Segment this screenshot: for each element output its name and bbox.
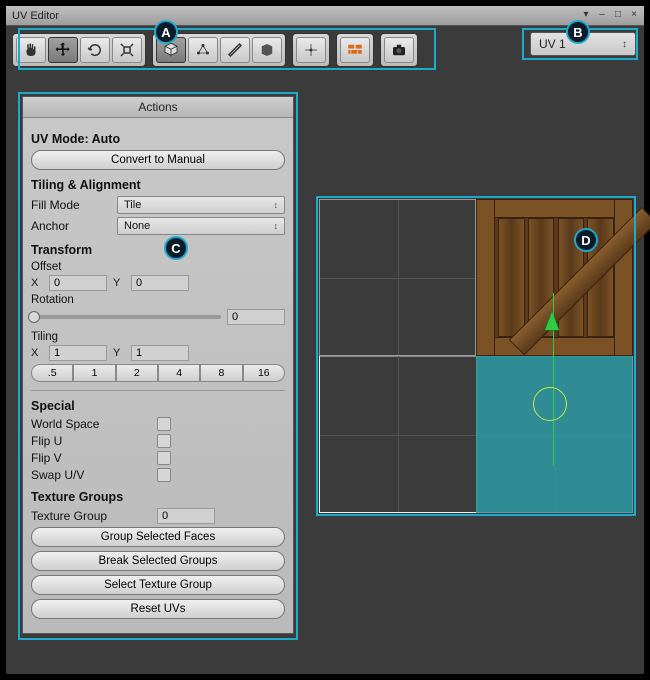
break-selected-groups-button[interactable]: Break Selected Groups <box>31 551 285 571</box>
badge-a: A <box>154 20 178 44</box>
edge-mode-button[interactable] <box>220 37 250 63</box>
swap-uv-label: Swap U/V <box>31 468 151 482</box>
window-max-icon[interactable]: □ <box>612 9 624 21</box>
reset-uvs-button[interactable]: Reset UVs <box>31 599 285 619</box>
bricks-icon-button[interactable] <box>340 37 370 63</box>
convert-to-manual-button[interactable]: Convert to Manual <box>31 150 285 170</box>
manipulate-tool-button[interactable] <box>296 37 326 63</box>
tile-preset-half[interactable]: .5 <box>31 364 73 382</box>
rotation-slider[interactable] <box>31 315 221 319</box>
world-space-label: World Space <box>31 417 151 431</box>
flip-v-label: Flip V <box>31 451 151 465</box>
fill-mode-dropdown[interactable]: Tile <box>117 196 285 214</box>
tiling-alignment-header: Tiling & Alignment <box>31 178 285 192</box>
flip-u-label: Flip U <box>31 434 151 448</box>
tile-preset-8[interactable]: 8 <box>200 364 242 382</box>
rotate-tool-button[interactable] <box>80 37 110 63</box>
flip-u-checkbox[interactable] <box>157 434 171 448</box>
tiling-presets: .5 1 2 4 8 16 <box>31 364 285 382</box>
tile-preset-4[interactable]: 4 <box>158 364 200 382</box>
badge-c: C <box>164 236 188 260</box>
fill-mode-label: Fill Mode <box>31 198 111 212</box>
rotation-label: Rotation <box>31 294 285 306</box>
vertex-mode-button[interactable] <box>188 37 218 63</box>
flip-v-checkbox[interactable] <box>157 451 171 465</box>
offset-label: Offset <box>31 261 285 273</box>
move-gizmo-arrow-icon[interactable] <box>545 312 559 330</box>
rotation-input[interactable] <box>227 309 285 325</box>
texture-group-input[interactable] <box>157 508 215 524</box>
texture-groups-header: Texture Groups <box>31 490 285 504</box>
tiling-label: Tiling <box>31 331 285 343</box>
tiling-x-input[interactable] <box>49 345 107 361</box>
tiling-y-input[interactable] <box>131 345 189 361</box>
face-mode-button[interactable] <box>252 37 282 63</box>
offset-y-input[interactable] <box>131 275 189 291</box>
panel-title: Actions <box>23 97 293 118</box>
scale-tool-button[interactable] <box>112 37 142 63</box>
window-close-icon[interactable]: × <box>628 9 640 21</box>
hand-tool-button[interactable] <box>16 37 46 63</box>
move-tool-button[interactable] <box>48 37 78 63</box>
tile-preset-2[interactable]: 2 <box>116 364 158 382</box>
uv-face-outline <box>319 199 476 356</box>
window-min-icon[interactable]: – <box>596 9 608 21</box>
anchor-label: Anchor <box>31 219 111 233</box>
tile-preset-1[interactable]: 1 <box>73 364 115 382</box>
swap-uv-checkbox[interactable] <box>157 468 171 482</box>
window-menu-icon[interactable]: ▾ <box>580 9 592 21</box>
camera-icon-button[interactable] <box>384 37 414 63</box>
window-titlebar: UV Editor ▾ – □ × <box>6 6 644 26</box>
special-header: Special <box>31 399 285 413</box>
y-label: Y <box>113 277 125 289</box>
transform-header: Transform <box>31 243 285 257</box>
selected-face-overlay <box>476 356 633 513</box>
world-space-checkbox[interactable] <box>157 417 171 431</box>
uv-channel-value: UV 1 <box>539 37 566 51</box>
badge-d: D <box>574 228 598 252</box>
gizmo-circle-icon[interactable] <box>533 387 567 421</box>
x-label: X <box>31 277 43 289</box>
anchor-dropdown[interactable]: None <box>117 217 285 235</box>
tile-preset-16[interactable]: 16 <box>243 364 285 382</box>
badge-b: B <box>566 20 590 44</box>
offset-x-input[interactable] <box>49 275 107 291</box>
texture-group-label: Texture Group <box>31 509 151 523</box>
actions-panel: Actions UV Mode: Auto Convert to Manual … <box>22 96 294 634</box>
window-title: UV Editor <box>6 10 59 22</box>
crate-texture <box>476 199 633 356</box>
select-texture-group-button[interactable]: Select Texture Group <box>31 575 285 595</box>
group-selected-faces-button[interactable]: Group Selected Faces <box>31 527 285 547</box>
uv-mode-label: UV Mode: Auto <box>31 132 285 146</box>
